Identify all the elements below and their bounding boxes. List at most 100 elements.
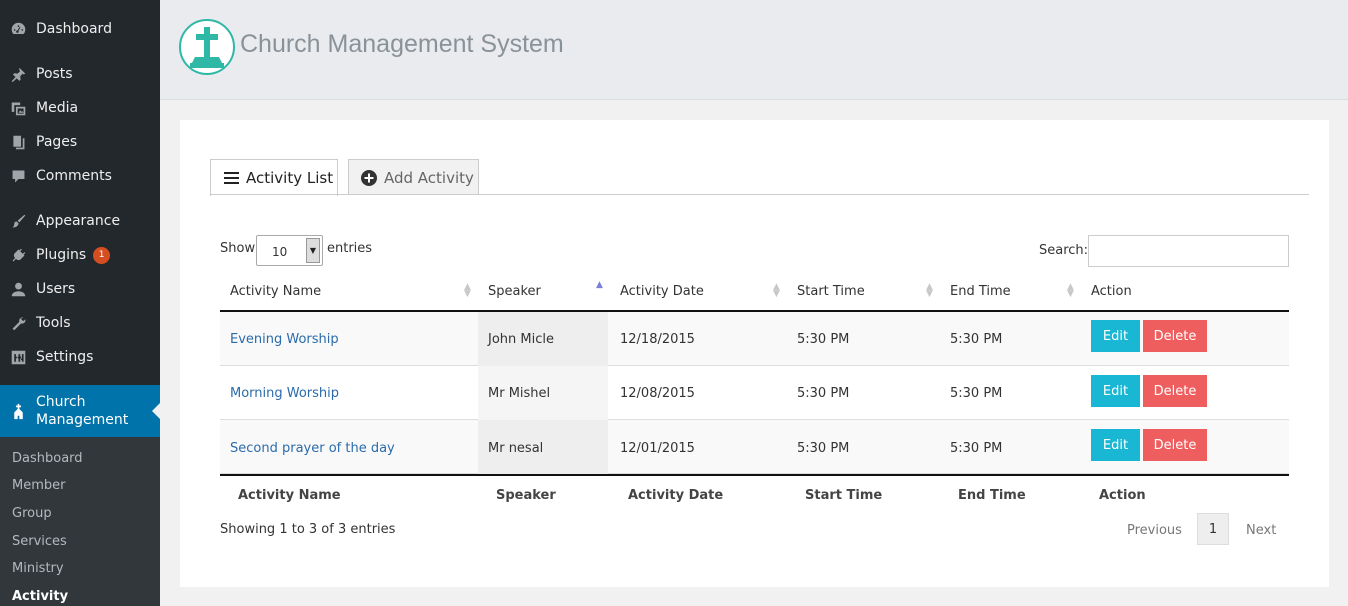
menu-item-media[interactable]: Media [0,91,160,125]
plugins-update-badge: 1 [93,246,111,264]
comment-icon [9,167,27,185]
sort-ascending-icon: ▲ [596,280,603,290]
menu-label: Comments [36,168,112,184]
menu-item-comments[interactable]: Comments [0,159,160,193]
edit-button[interactable]: Edit [1091,320,1140,352]
app-title: Church Management System [240,30,564,58]
menu-label: Dashboard [36,21,112,37]
menu-item-plugins[interactable]: Plugins 1 [0,238,160,272]
delete-button[interactable]: Delete [1143,320,1207,352]
menu-item-settings[interactable]: Settings [0,340,160,374]
menu-label: Media [36,100,79,116]
plus-circle-icon [361,169,377,186]
menu-label: Settings [36,349,94,365]
submenu-dashboard[interactable]: Dashboard [12,451,83,466]
speaker-cell: Mr nesal [488,441,544,456]
menu-item-dashboard[interactable]: Dashboard [0,12,160,46]
date-cell: 12/01/2015 [620,441,695,456]
user-icon [9,280,27,298]
footer-column-activity-name: Activity Name [238,488,341,503]
start-time-cell: 5:30 PM [797,386,850,401]
table-row: Morning Worship Mr Mishel 12/08/2015 5:3… [220,366,1289,420]
entries-label: entries [327,241,373,256]
submenu-activity[interactable]: Activity [12,589,68,604]
footer-column-activity-date: Activity Date [628,488,724,503]
edit-button[interactable]: Edit [1091,429,1140,461]
activity-name-link[interactable]: Morning Worship [230,386,339,401]
church-icon [9,402,27,420]
search-input[interactable] [1088,235,1289,267]
tab-label: Activity List [246,169,334,187]
edit-button[interactable]: Edit [1091,375,1140,407]
paintbrush-icon [9,212,27,230]
sort-icon: ▲ ▼ [464,282,471,299]
pages-icon [9,133,27,151]
footer-column-start-time: Start Time [805,488,883,503]
wrench-icon [9,314,27,332]
submenu-ministry[interactable]: Ministry [12,561,64,576]
activity-name-link[interactable]: Second prayer of the day [230,441,395,456]
tabs-divider [210,194,1309,195]
column-header-speaker[interactable]: Speaker [488,284,541,299]
pushpin-icon [9,65,27,83]
delete-button[interactable]: Delete [1143,429,1207,461]
column-header-activity-date[interactable]: Activity Date [620,284,704,299]
tab-label: Add Activity [384,168,474,187]
pagination-previous[interactable]: Previous [1127,523,1182,538]
column-header-action: Action [1091,284,1132,299]
tab-activity-list[interactable]: Activity List [210,159,338,196]
tab-add-activity[interactable]: Add Activity [348,159,479,195]
admin-sidebar: Dashboard Posts Media Pages Comments App… [0,0,160,606]
show-label: Show [220,241,256,256]
activity-panel: Activity List Add Activity Show 10 ▼ ent… [180,120,1329,587]
speaker-cell: Mr Mishel [488,386,551,401]
start-time-cell: 5:30 PM [797,332,850,347]
table-row: Evening Worship John Micle 12/18/2015 5:… [220,312,1289,366]
end-time-cell: 5:30 PM [950,386,1003,401]
settings-icon [9,348,27,366]
pagination-next[interactable]: Next [1246,523,1276,538]
media-icon [9,99,27,117]
footer-column-action: Action [1099,488,1146,503]
sort-icon: ▲ ▼ [1067,282,1074,299]
activity-name-link[interactable]: Evening Worship [230,332,339,347]
delete-button[interactable]: Delete [1143,375,1207,407]
date-cell: 12/18/2015 [620,332,695,347]
menu-item-appearance[interactable]: Appearance [0,204,160,238]
chevron-down-icon: ▼ [306,238,320,263]
dashboard-icon [9,20,27,38]
table-footer-border [220,474,1289,476]
entries-per-page-select[interactable]: 10 ▼ [256,235,323,266]
submenu-services[interactable]: Services [12,534,67,549]
column-header-start-time[interactable]: Start Time [797,284,865,299]
pagination-page-1[interactable]: 1 [1197,513,1229,545]
submenu-group[interactable]: Group [12,506,52,521]
church-submenu: Dashboard Member Group Services Ministry… [0,437,160,606]
church-logo-icon [179,19,235,75]
start-time-cell: 5:30 PM [797,441,850,456]
menu-item-posts[interactable]: Posts [0,57,160,91]
submenu-member[interactable]: Member [12,478,65,493]
table-info: Showing 1 to 3 of 3 entries [220,522,396,537]
column-header-end-time[interactable]: End Time [950,284,1011,299]
plug-icon [9,246,27,264]
entries-value: 10 [272,245,288,259]
page-header: Church Management System [160,0,1348,100]
end-time-cell: 5:30 PM [950,332,1003,347]
menu-label: Appearance [36,213,121,229]
menu-label-line1: Church [36,394,86,410]
menu-label: Posts [36,66,73,82]
menu-item-church-management[interactable]: Church Management [0,385,160,437]
menu-label: Plugins [36,247,87,263]
column-header-activity-name[interactable]: Activity Name [230,284,321,299]
menu-label: Users [36,281,76,297]
menu-item-tools[interactable]: Tools [0,306,160,340]
end-time-cell: 5:30 PM [950,441,1003,456]
menu-item-pages[interactable]: Pages [0,125,160,159]
footer-column-end-time: End Time [958,488,1026,503]
menu-label: Tools [36,315,71,331]
menu-item-users[interactable]: Users [0,272,160,306]
menu-label: Pages [36,134,78,150]
sort-icon: ▲ ▼ [926,282,933,299]
date-cell: 12/08/2015 [620,386,695,401]
